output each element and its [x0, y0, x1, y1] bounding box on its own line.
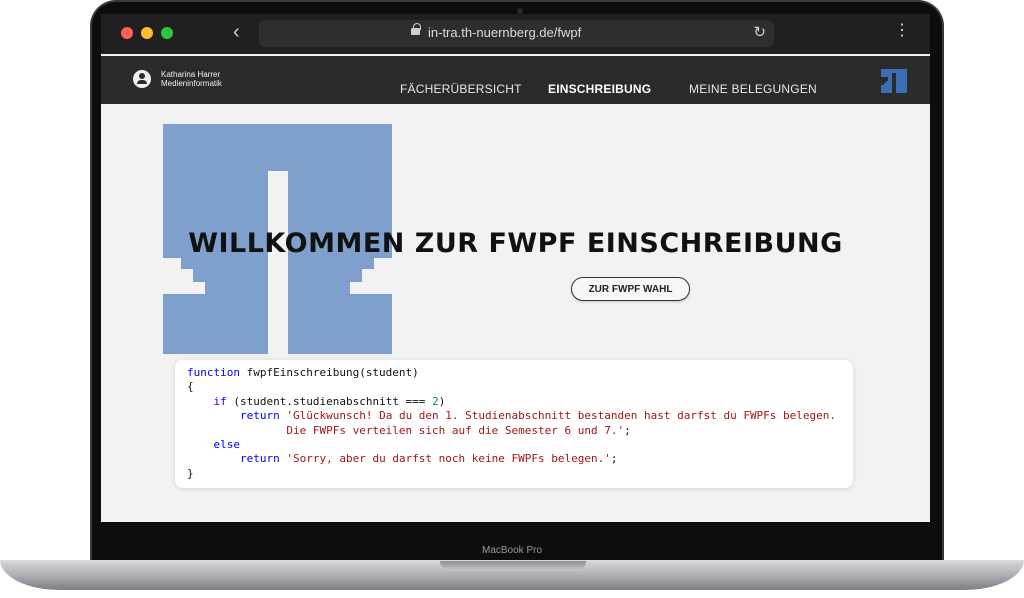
- code-line: }: [187, 466, 194, 480]
- screen: ‹ › in-tra.th-nuernberg.de/fwpf ↻ ⋮ Kath…: [101, 14, 930, 522]
- laptop-model-label: MacBook Pro: [481, 545, 543, 556]
- page-title: WILLKOMMEN ZUR FWPF EINSCHREIBUNG: [188, 228, 843, 259]
- fwpf-wahl-button[interactable]: ZUR FWPF WAHL: [571, 277, 690, 301]
- url-text[interactable]: in-tra.th-nuernberg.de/fwpf: [428, 25, 581, 40]
- laptop-notch: [440, 561, 586, 571]
- code-line: else: [213, 437, 241, 451]
- user-department: Medieninformatik: [161, 79, 222, 88]
- lock-icon: [411, 23, 421, 35]
- nav-einschreibung[interactable]: EINSCHREIBUNG: [548, 82, 651, 96]
- code-line: function fwpfEinschreibung(student): [187, 366, 419, 379]
- browser-toolbar: ‹ › in-tra.th-nuernberg.de/fwpf ↻ ⋮: [101, 14, 930, 54]
- close-window-button[interactable]: [121, 27, 133, 39]
- nav-faecheruebersicht[interactable]: FÄCHERÜBERSICHT: [400, 82, 522, 96]
- browser-menu-icon[interactable]: ⋮: [894, 23, 910, 39]
- code-line: {: [187, 380, 194, 394]
- minimize-window-button[interactable]: [141, 27, 153, 39]
- code-block: function fwpfEinschreibung(student){ if …: [175, 360, 853, 488]
- code-line: if (student.studienabschnitt === 2): [213, 394, 446, 408]
- nav-meine-belegungen[interactable]: MEINE BELEGUNGEN: [689, 82, 817, 96]
- site-header: Katharina Harrer Medieninformatik FÄCHER…: [101, 56, 930, 104]
- header-logo-icon[interactable]: [881, 69, 907, 93]
- code-line: return 'Sorry, aber du darfst noch keine…: [239, 452, 618, 466]
- maximize-window-button[interactable]: [161, 27, 173, 39]
- main-content: WILLKOMMEN ZUR FWPF EINSCHREIBUNG ZUR FW…: [101, 104, 930, 522]
- code-line: Die FWPFs verteilen sich auf die Semeste…: [286, 423, 631, 437]
- code-line: return 'Glückwunsch! Da du den 1. Studie…: [239, 409, 837, 423]
- reload-icon[interactable]: ↻: [753, 23, 766, 41]
- back-arrow-icon[interactable]: ‹: [233, 22, 240, 42]
- user-icon[interactable]: [133, 70, 151, 88]
- user-name: Katharina Harrer: [161, 70, 221, 79]
- address-bar[interactable]: in-tra.th-nuernberg.de/fwpf ↻: [259, 20, 774, 47]
